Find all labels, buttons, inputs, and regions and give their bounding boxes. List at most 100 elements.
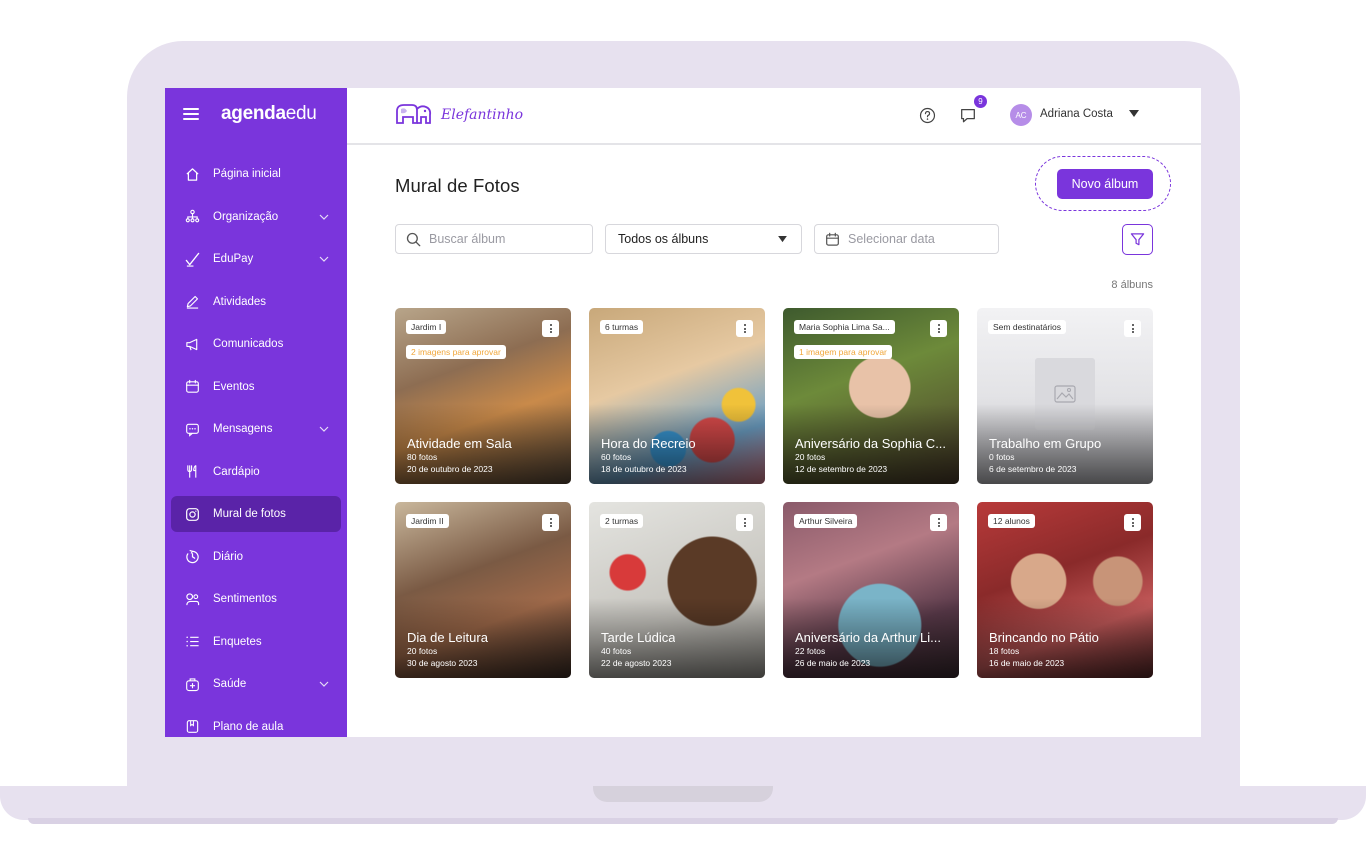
album-title: Aniversário da Sophia C... <box>795 436 947 451</box>
album-date: 26 de maio de 2023 <box>795 658 871 668</box>
album-date: 20 de outubro de 2023 <box>407 464 493 474</box>
album-card[interactable]: 12 alunos Brincando no Pátio 18 fotos 16 de… <box>977 502 1153 678</box>
caret-down-icon[interactable] <box>1129 110 1139 118</box>
chevron-down-icon[interactable] <box>319 213 329 221</box>
brand-light: edu <box>285 103 317 124</box>
more-options-icon[interactable] <box>1124 514 1141 531</box>
main-content: Elefantinho 9 AC Adriana Costa Mural de … <box>347 88 1201 737</box>
album-date: 16 de maio de 2023 <box>989 658 1065 668</box>
album-photo-count: 22 fotos <box>795 646 826 656</box>
pencil-icon <box>185 294 200 309</box>
more-options-icon[interactable] <box>542 514 559 531</box>
avatar[interactable]: AC <box>1010 104 1032 126</box>
more-options-icon[interactable] <box>736 514 753 531</box>
sidebar-item-mensagens[interactable]: Mensagens <box>165 408 347 451</box>
sidebar-item-label: Eventos <box>213 380 255 393</box>
album-title: Hora do Recreio <box>601 436 696 451</box>
search-input[interactable]: Buscar álbum <box>395 224 593 254</box>
album-audience-tag: Sem destinatários <box>988 320 1067 334</box>
user-name[interactable]: Adriana Costa <box>1040 108 1113 120</box>
filter-icon <box>1130 233 1145 246</box>
album-date: 22 de agosto 2023 <box>601 658 672 668</box>
sidebar-item-organização[interactable]: Organização <box>165 196 347 239</box>
messages-icon[interactable] <box>959 106 977 124</box>
sidebar-item-label: Plano de aula <box>213 720 284 733</box>
sidebar-item-enquetes[interactable]: Enquetes <box>165 621 347 664</box>
album-title: Tarde Lúdica <box>601 630 676 645</box>
album-date: 30 de agosto 2023 <box>407 658 478 668</box>
album-card[interactable]: Maria Sophia Lima Sa... 1 imagem para apr… <box>783 308 959 484</box>
sidebar-nav: Página inicial Organização EduPay Atividade… <box>165 153 347 737</box>
chat-icon <box>185 422 200 437</box>
filter-button[interactable] <box>1122 224 1153 255</box>
album-audience-tag: Jardim I <box>406 320 447 334</box>
album-audience-tag: 6 turmas <box>600 320 644 334</box>
notification-badge: 9 <box>973 94 988 109</box>
more-options-icon[interactable] <box>1124 320 1141 337</box>
more-options-icon[interactable] <box>736 320 753 337</box>
sidebar-item-label: Diário <box>213 550 244 563</box>
chevron-down-icon[interactable] <box>319 255 329 263</box>
album-photo-count: 20 fotos <box>407 646 438 656</box>
album-audience-tag: 12 alunos <box>988 514 1035 528</box>
megaphone-icon <box>185 337 200 352</box>
help-icon[interactable] <box>919 107 936 124</box>
sidebar-item-atividades[interactable]: Atividades <box>165 281 347 324</box>
menu-icon[interactable] <box>183 108 199 120</box>
school-name: Elefantinho <box>441 107 524 123</box>
album-card[interactable]: Jardim II Dia de Leitura 20 fotos 30 de ago… <box>395 502 571 678</box>
laptop-notch <box>593 786 773 802</box>
search-icon <box>406 232 421 246</box>
album-card[interactable]: 6 turmas Hora do Recreio 60 fotos 18 de out… <box>589 308 765 484</box>
album-title: Trabalho em Grupo <box>989 436 1102 451</box>
utensils-icon <box>185 464 200 479</box>
album-title: Brincando no Pátio <box>989 630 1099 645</box>
album-card[interactable]: Jardim I 2 imagens para aprovar Atividade … <box>395 308 571 484</box>
chevron-down-icon[interactable] <box>319 680 329 688</box>
album-photo-count: 60 fotos <box>601 452 632 462</box>
more-options-icon[interactable] <box>930 320 947 337</box>
list-icon <box>185 634 200 649</box>
album-title: Aniversário da Arthur Li... <box>795 630 941 645</box>
album-photo-count: 80 fotos <box>407 452 438 462</box>
date-picker-input[interactable]: Selecionar data <box>814 224 999 254</box>
sidebar-item-sentimentos[interactable]: Sentimentos <box>165 578 347 621</box>
chevron-down-icon[interactable] <box>319 425 329 433</box>
album-photo-count: 18 fotos <box>989 646 1020 656</box>
sidebar-item-edupay[interactable]: EduPay <box>165 238 347 281</box>
sidebar-item-página-inicial[interactable]: Página inicial <box>165 153 347 196</box>
more-options-icon[interactable] <box>930 514 947 531</box>
sidebar-item-diário[interactable]: Diário <box>165 536 347 579</box>
album-photo-count: 0 fotos <box>989 452 1015 462</box>
sidebar-item-eventos[interactable]: Eventos <box>165 366 347 409</box>
sidebar-item-mural-de-fotos[interactable]: Mural de fotos <box>171 496 341 532</box>
album-photo-count: 20 fotos <box>795 452 826 462</box>
sidebar-item-label: Mensagens <box>213 423 273 436</box>
school-logo[interactable]: Elefantinho <box>395 103 523 127</box>
sidebar-item-plano-de-aula[interactable]: Plano de aula <box>165 706 347 738</box>
page-title: Mural de Fotos <box>395 175 520 196</box>
album-audience-tag: Arthur Silveira <box>794 514 858 528</box>
more-options-icon[interactable] <box>542 320 559 337</box>
album-filter-select[interactable]: Todos os álbuns <box>605 224 802 254</box>
sidebar-item-saúde[interactable]: Saúde <box>165 663 347 706</box>
calendar-icon <box>826 232 839 246</box>
camera-icon <box>185 507 200 522</box>
album-card[interactable]: 2 turmas Tarde Lúdica 40 fotos 22 de agosto… <box>589 502 765 678</box>
sidebar-item-comunicados[interactable]: Comunicados <box>165 323 347 366</box>
sidebar-item-label: Atividades <box>213 295 267 308</box>
sidebar-header: agendaedu <box>165 88 347 140</box>
sidebar-item-cardápio[interactable]: Cardápio <box>165 451 347 494</box>
sidebar-item-label: Saúde <box>213 678 247 691</box>
caret-down-icon <box>778 236 787 243</box>
album-photo-count: 40 fotos <box>601 646 632 656</box>
album-audience-tag: Jardim II <box>406 514 449 528</box>
laptop-base-shadow <box>28 818 1338 824</box>
bookmark-icon <box>185 719 200 734</box>
brand-logo[interactable]: agendaedu <box>221 103 317 125</box>
new-album-button[interactable]: Novo álbum <box>1057 169 1153 199</box>
album-date: 18 de outubro de 2023 <box>601 464 687 474</box>
album-card[interactable]: Arthur Silveira Aniversário da Arthur Li.… <box>783 502 959 678</box>
pen-check-icon <box>185 252 200 267</box>
album-card[interactable]: Sem destinatários Trabalho em Grupo 0 foto… <box>977 308 1153 484</box>
